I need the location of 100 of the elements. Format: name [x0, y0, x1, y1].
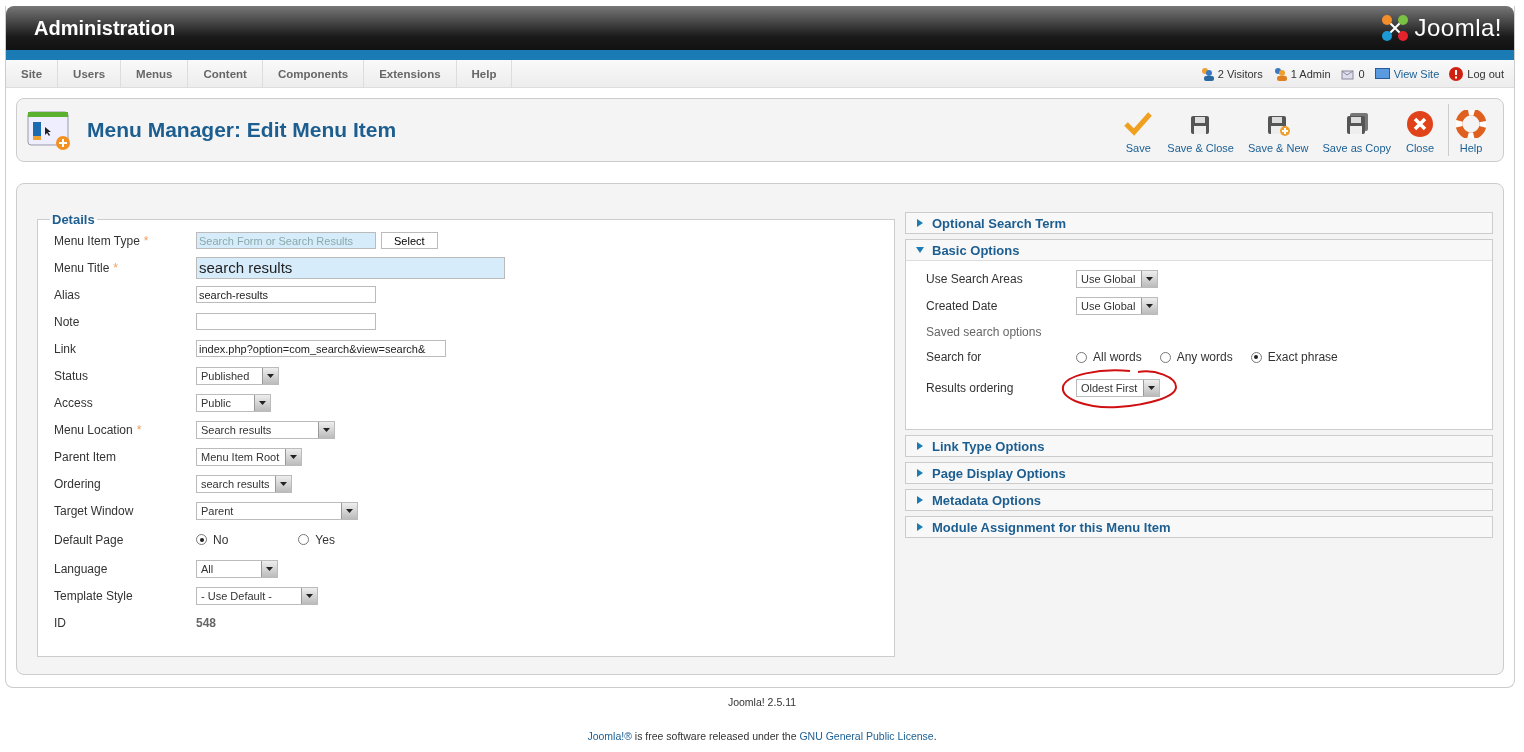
caret-icon: [1148, 386, 1156, 390]
radio-option[interactable]: All words: [1076, 350, 1142, 364]
accordion-header[interactable]: Basic Options: [906, 240, 1492, 261]
dropdown[interactable]: Use Global: [1076, 296, 1159, 315]
license-link[interactable]: Joomla!®: [587, 730, 632, 742]
field-label: Search for: [926, 350, 983, 364]
field-label: Status: [54, 368, 90, 383]
section-subheading: Saved search options: [926, 325, 1042, 339]
toolbar-button[interactable]: Save: [1116, 104, 1161, 156]
radio-option[interactable]: No: [196, 532, 229, 547]
checkmark-icon: [1123, 110, 1154, 138]
dropdown[interactable]: All: [196, 559, 278, 578]
users-icon: [1272, 66, 1287, 81]
field-label: Target Window: [54, 503, 135, 518]
menu-item[interactable]: Components: [262, 60, 365, 87]
accordion-header[interactable]: Link Type Options: [906, 436, 1492, 456]
alert-icon: [1449, 66, 1464, 81]
menu-item[interactable]: Content: [188, 60, 263, 87]
toolbar-button[interactable]: Save & New: [1241, 104, 1316, 156]
toolbar-button[interactable]: Close: [1398, 104, 1442, 156]
caret-icon: [259, 400, 266, 405]
collapsed-triangle-icon: [916, 523, 924, 531]
logo-text: Joomla!: [1414, 14, 1502, 42]
status-text: 2 Visitors: [1217, 67, 1263, 80]
input-field[interactable]: [196, 313, 376, 330]
caret-icon: [267, 373, 274, 378]
field-label: Note: [54, 314, 81, 329]
accordion-header[interactable]: Optional Search Term: [906, 213, 1492, 233]
dropdown[interactable]: Published: [196, 366, 279, 385]
dropdown[interactable]: - Use Default -: [196, 586, 318, 605]
field-label: Menu Location *: [54, 422, 143, 437]
collapsed-triangle-icon: [916, 496, 924, 504]
menu-item[interactable]: Users: [58, 60, 122, 87]
radio-button[interactable]: [1076, 351, 1087, 363]
radio-option[interactable]: Any words: [1159, 350, 1233, 364]
menu-item[interactable]: Help: [456, 60, 513, 87]
menu-window-icon: [27, 109, 71, 151]
license-link[interactable]: GNU General Public License: [799, 730, 934, 742]
menu-item[interactable]: Menus: [121, 60, 189, 87]
radio-button[interactable]: [196, 534, 207, 545]
field-label: Use Search Areas: [926, 271, 1024, 286]
field-label: Results ordering: [926, 381, 1015, 395]
input-field[interactable]: search results: [196, 256, 505, 279]
toolbar-button[interactable]: Help: [1448, 104, 1493, 156]
status-text: 0: [1358, 67, 1365, 80]
monitor-icon: [1374, 68, 1390, 79]
field-label: Parent Item: [54, 449, 118, 464]
dropdown[interactable]: Parent: [196, 501, 358, 520]
radio-button[interactable]: [1159, 351, 1171, 363]
fieldset-legend: Details: [50, 212, 97, 227]
dropdown[interactable]: search results: [196, 474, 293, 493]
dropdown[interactable]: Use Global: [1076, 269, 1159, 288]
field-label: Link: [54, 341, 77, 356]
collapsed-triangle-icon: [916, 219, 924, 227]
toolbar-button[interactable]: Save as Copy: [1315, 104, 1398, 156]
dropdown[interactable]: Search results: [196, 420, 335, 439]
required-mark-text: *: [143, 233, 149, 248]
field-label: Template Style: [54, 588, 134, 603]
status-text: 1 Admin: [1290, 67, 1331, 80]
field-label: Ordering: [54, 476, 102, 491]
status-link[interactable]: Log out: [1467, 67, 1504, 80]
lifebuoy-icon: [1456, 110, 1486, 138]
header-title: Administration: [34, 16, 176, 40]
collapsed-triangle-icon: [916, 442, 924, 450]
radio-button[interactable]: [1250, 351, 1262, 363]
collapsed-triangle-icon: [916, 469, 924, 477]
field-label: Language: [54, 561, 109, 576]
required-mark-text: *: [136, 422, 142, 437]
caret-icon: [323, 427, 330, 432]
menu-item[interactable]: Extensions: [364, 60, 457, 87]
field-label: Menu Item Type *: [54, 233, 150, 248]
dropdown[interactable]: Oldest First: [1076, 379, 1161, 397]
radio-button[interactable]: [298, 534, 310, 545]
required-mark-text: *: [113, 260, 119, 275]
accordion-header[interactable]: Module Assignment for this Menu Item: [906, 517, 1492, 537]
radio-option[interactable]: Exact phrase: [1250, 350, 1338, 364]
toolbar-button[interactable]: Save & Close: [1160, 104, 1241, 156]
close-icon: [1405, 110, 1435, 138]
caret-icon: [290, 454, 298, 459]
input-field[interactable]: search-results: [196, 286, 376, 303]
field-label: Created Date: [926, 298, 999, 313]
accordion-header[interactable]: Metadata Options: [906, 490, 1492, 510]
radio-option[interactable]: Yes: [298, 532, 335, 547]
caret-icon: [346, 508, 353, 513]
version-text: Joomla! 2.5.11: [727, 696, 797, 708]
dropdown[interactable]: Menu Item Root: [196, 447, 303, 466]
caret-icon: [280, 481, 288, 486]
status-link[interactable]: View Site: [1393, 67, 1440, 80]
field-label: Access: [54, 395, 94, 410]
select-button[interactable]: Select: [381, 232, 438, 249]
accordion-header[interactable]: Page Display Options: [906, 463, 1492, 483]
page-title: Menu Manager: Edit Menu Item: [87, 118, 397, 142]
license-text: Joomla!® is free software released under the GNU General Public License.: [587, 730, 937, 742]
field-label: Menu Title *: [54, 260, 120, 275]
users-icon: [1199, 66, 1214, 81]
caret-icon: [1146, 303, 1154, 308]
dropdown[interactable]: Public: [196, 393, 271, 412]
field-label: Default Page: [54, 532, 125, 547]
input-field[interactable]: index.php?option=com_search&view=search&: [196, 340, 446, 357]
menu-item[interactable]: Site: [6, 60, 59, 87]
